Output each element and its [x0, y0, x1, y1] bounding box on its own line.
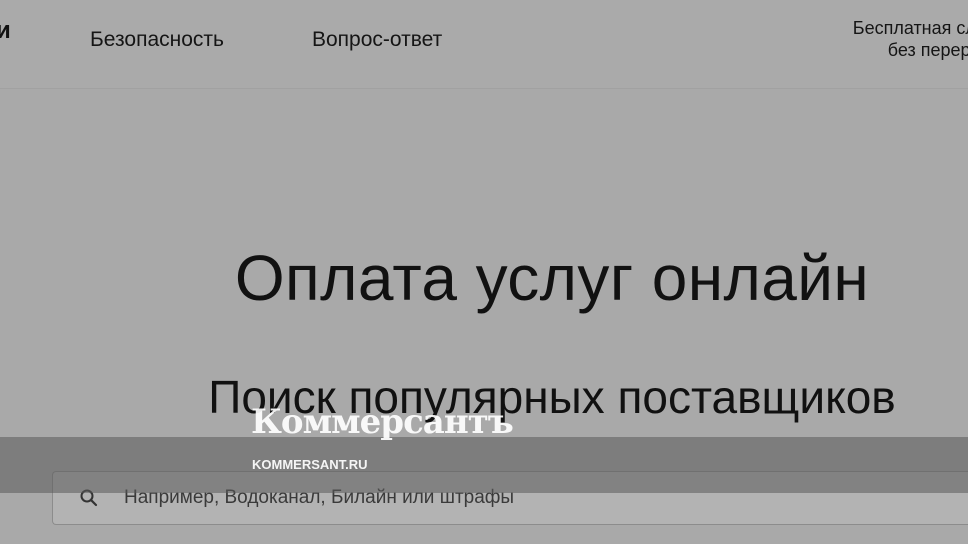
watermark-band — [0, 437, 968, 493]
support-line-1: Бесплатная служба по — [852, 18, 968, 38]
watermark-url: KOMMERSANT.RU — [252, 457, 368, 472]
watermark-logo: Коммерсантъ — [251, 402, 514, 442]
support-line-2: без перерывов и в — [887, 40, 968, 60]
nav-link-faq[interactable]: Вопрос-ответ — [312, 28, 442, 52]
page-title: Оплата услуг онлайн — [234, 242, 870, 314]
nav-link-security[interactable]: Безопасность — [90, 28, 224, 52]
logo[interactable]: и — [0, 17, 11, 45]
site-header: и Безопасность Вопрос-ответ Бесплатная с… — [0, 0, 968, 89]
support-info: Бесплатная служба по без перерывов и в — [722, 17, 968, 61]
